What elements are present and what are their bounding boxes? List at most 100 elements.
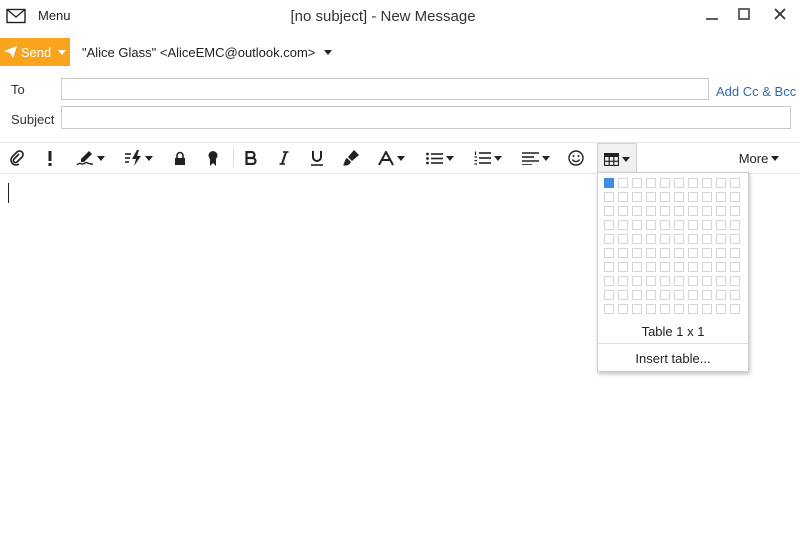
table-grid-cell[interactable] (632, 290, 642, 300)
table-grid-cell[interactable] (730, 192, 740, 202)
table-grid-cell[interactable] (618, 192, 628, 202)
table-grid-cell[interactable] (688, 304, 698, 314)
table-grid-cell[interactable] (646, 206, 656, 216)
table-grid-cell[interactable] (660, 304, 670, 314)
table-grid-cell[interactable] (618, 220, 628, 230)
send-button[interactable]: Send (0, 38, 70, 66)
table-grid-cell[interactable] (660, 192, 670, 202)
table-grid-cell[interactable] (646, 220, 656, 230)
sign-button[interactable] (203, 143, 223, 173)
importance-button[interactable] (40, 143, 60, 173)
table-grid-cell[interactable] (604, 262, 614, 272)
insert-table-button[interactable] (597, 143, 637, 174)
table-grid-cell[interactable] (674, 248, 684, 258)
table-grid-cell[interactable] (674, 262, 684, 272)
table-grid-cell[interactable] (632, 234, 642, 244)
table-grid-cell[interactable] (688, 192, 698, 202)
italic-button[interactable] (273, 143, 295, 173)
table-grid-cell[interactable] (730, 276, 740, 286)
table-grid-cell[interactable] (646, 304, 656, 314)
maximize-button[interactable] (729, 4, 759, 26)
format-painter-button[interactable] (340, 143, 362, 173)
table-grid-cell[interactable] (730, 248, 740, 258)
font-color-button[interactable] (373, 143, 409, 173)
table-grid-cell[interactable] (702, 178, 712, 188)
table-grid-cell[interactable] (702, 234, 712, 244)
table-grid-cell[interactable] (660, 248, 670, 258)
table-grid-cell[interactable] (604, 248, 614, 258)
table-grid-cell[interactable] (632, 304, 642, 314)
table-grid-cell[interactable] (646, 234, 656, 244)
table-grid-cell[interactable] (716, 234, 726, 244)
table-grid-cell[interactable] (730, 234, 740, 244)
table-grid-cell[interactable] (716, 220, 726, 230)
table-grid-cell[interactable] (716, 290, 726, 300)
table-grid-cell[interactable] (604, 206, 614, 216)
table-grid-cell[interactable] (702, 262, 712, 272)
table-grid-cell[interactable] (604, 290, 614, 300)
table-grid-cell[interactable] (674, 304, 684, 314)
align-button[interactable] (519, 143, 553, 173)
table-grid-cell[interactable] (730, 206, 740, 216)
table-grid-cell[interactable] (674, 206, 684, 216)
table-grid-cell[interactable] (688, 290, 698, 300)
table-grid-cell[interactable] (730, 220, 740, 230)
subject-input[interactable] (61, 106, 791, 129)
table-grid-cell[interactable] (604, 234, 614, 244)
table-grid-cell[interactable] (660, 206, 670, 216)
table-grid-cell[interactable] (632, 192, 642, 202)
table-grid-cell[interactable] (716, 206, 726, 216)
quick-text-button[interactable] (121, 143, 155, 173)
table-grid-cell[interactable] (660, 178, 670, 188)
table-grid-cell[interactable] (688, 178, 698, 188)
table-grid-cell[interactable] (618, 248, 628, 258)
table-grid-cell[interactable] (716, 178, 726, 188)
table-grid-cell[interactable] (730, 178, 740, 188)
table-grid-cell[interactable] (674, 276, 684, 286)
table-grid-cell[interactable] (660, 290, 670, 300)
table-grid-cell[interactable] (604, 276, 614, 286)
table-grid-cell[interactable] (674, 192, 684, 202)
table-grid-cell[interactable] (618, 206, 628, 216)
table-grid-cell[interactable] (702, 220, 712, 230)
table-grid-cell[interactable] (646, 276, 656, 286)
table-grid-cell[interactable] (674, 220, 684, 230)
table-grid-cell[interactable] (674, 290, 684, 300)
table-grid-cell[interactable] (646, 248, 656, 258)
table-grid-cell[interactable] (688, 206, 698, 216)
table-grid-cell[interactable] (730, 290, 740, 300)
table-grid-cell[interactable] (688, 262, 698, 272)
table-grid-cell[interactable] (660, 276, 670, 286)
table-grid-cell[interactable] (688, 248, 698, 258)
table-grid-cell[interactable] (646, 290, 656, 300)
table-grid-cell[interactable] (660, 220, 670, 230)
table-grid-cell[interactable] (618, 178, 628, 188)
table-grid-cell[interactable] (632, 206, 642, 216)
table-grid-cell[interactable] (618, 262, 628, 272)
table-grid-cell[interactable] (660, 234, 670, 244)
table-grid-cell[interactable] (618, 290, 628, 300)
bullet-list-button[interactable] (423, 143, 457, 173)
table-grid-cell[interactable] (674, 178, 684, 188)
table-grid-cell[interactable] (716, 248, 726, 258)
close-button[interactable] (765, 4, 795, 26)
table-grid-cell[interactable] (730, 262, 740, 272)
table-grid-cell[interactable] (702, 192, 712, 202)
table-grid-cell[interactable] (702, 206, 712, 216)
table-grid-cell[interactable] (604, 220, 614, 230)
table-grid-cell[interactable] (702, 248, 712, 258)
table-grid-cell[interactable] (716, 304, 726, 314)
table-grid-cell[interactable] (646, 192, 656, 202)
table-grid-cell[interactable] (702, 276, 712, 286)
table-grid-cell[interactable] (716, 192, 726, 202)
table-grid-cell[interactable] (730, 304, 740, 314)
table-grid-cell[interactable] (604, 304, 614, 314)
table-grid-cell[interactable] (604, 192, 614, 202)
table-grid-cell[interactable] (646, 262, 656, 272)
table-grid-cell[interactable] (618, 276, 628, 286)
table-grid-cell[interactable] (632, 220, 642, 230)
insert-table-menu-item[interactable]: Insert table... (598, 351, 748, 366)
table-grid-cell[interactable] (632, 276, 642, 286)
underline-button[interactable] (306, 143, 328, 173)
more-button[interactable]: More (732, 143, 786, 173)
